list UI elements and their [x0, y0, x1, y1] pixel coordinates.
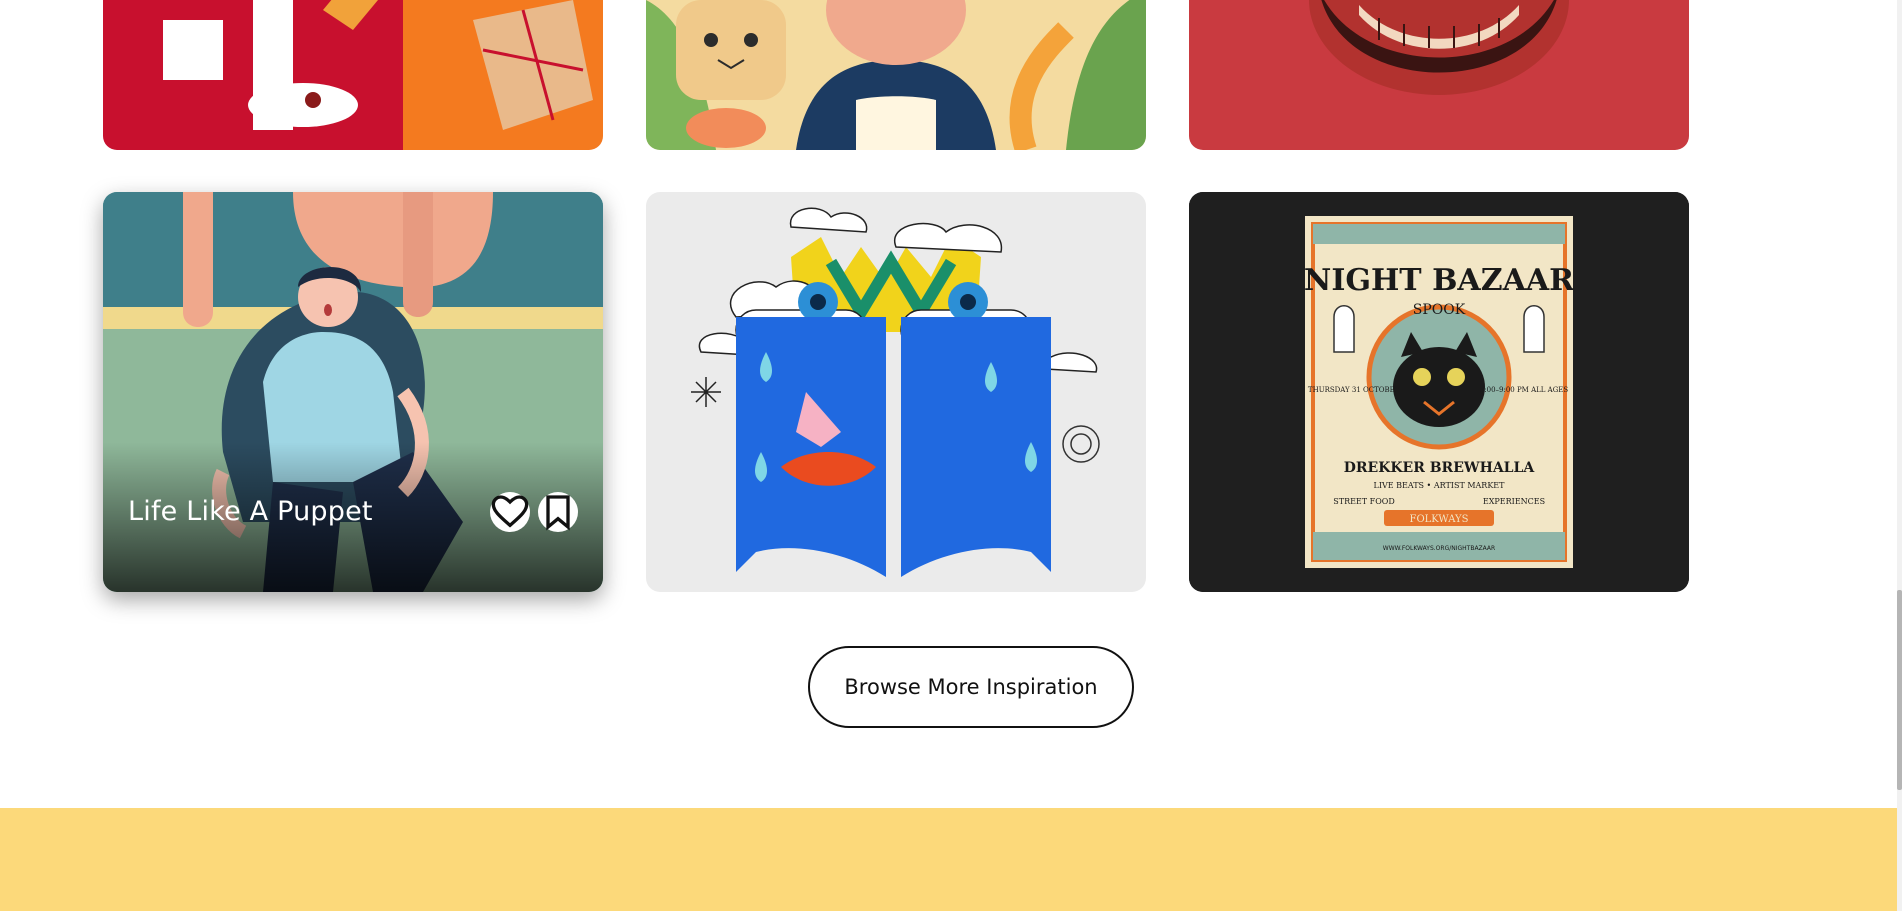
like-button[interactable]: [490, 492, 530, 532]
card-title[interactable]: Life Like A Puppet: [128, 496, 373, 527]
poster-features: LIVE BEATS • ARTIST MARKET: [1374, 481, 1506, 490]
poster-title: NIGHT BAZAAR: [1304, 263, 1575, 298]
sneaker-basketball-illustration: [103, 0, 603, 150]
grinning-face-illustration: [1189, 0, 1689, 150]
gallery-card-life-like-a-puppet[interactable]: Life Like A Puppet: [103, 192, 603, 592]
footer-band: [0, 808, 1897, 911]
poster-time: 5:00–9:00 PM ALL AGES: [1480, 386, 1569, 394]
bookmark-icon: [546, 495, 570, 531]
scrollbar-track[interactable]: [1897, 0, 1902, 911]
browse-more-button[interactable]: Browse More Inspiration: [808, 646, 1134, 728]
night-bazaar-poster: NIGHT BAZAAR SPOOK THURSDAY 31 OCTOBER 5…: [1189, 192, 1689, 592]
poster-subtitle: SPOOK: [1413, 302, 1466, 318]
scrollbar-thumb[interactable]: [1897, 590, 1902, 790]
gallery-card-grin[interactable]: [1189, 0, 1689, 150]
gallery-card-crying-face[interactable]: [646, 192, 1146, 592]
poster-right-note: EXPERIENCES: [1483, 497, 1545, 506]
gallery-card-sneaker[interactable]: [103, 0, 603, 150]
crying-blue-face-illustration: [646, 192, 1146, 592]
gallery-card-cat-toast[interactable]: [646, 0, 1146, 150]
save-button[interactable]: [538, 492, 578, 532]
gallery-card-night-bazaar[interactable]: NIGHT BAZAAR SPOOK THURSDAY 31 OCTOBER 5…: [1189, 192, 1689, 592]
inspiration-page: Life Like A Puppet NIGHT BAZAAR SPOOK TH…: [0, 0, 1897, 911]
poster-url: WWW.FOLKWAYS.ORG/NIGHTBAZAAR: [1383, 545, 1495, 552]
poster-left-note: STREET FOOD: [1333, 497, 1394, 506]
poster-venue: DREKKER BREWHALLA: [1344, 460, 1536, 476]
card-actions: [490, 492, 578, 532]
poster-brand: FOLKWAYS: [1410, 514, 1469, 525]
poster-date: THURSDAY 31 OCTOBER: [1308, 386, 1401, 394]
heart-icon: [491, 495, 529, 528]
cat-toast-portrait-illustration: [646, 0, 1146, 150]
